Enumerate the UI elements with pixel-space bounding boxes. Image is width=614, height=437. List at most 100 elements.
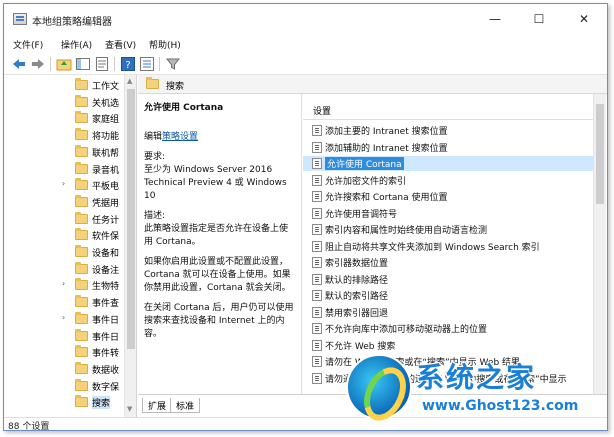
tree-item-label: 家庭组 xyxy=(92,115,120,126)
setting-row[interactable]: 默认的索引路径 xyxy=(303,288,593,303)
watermark-logo-icon xyxy=(346,354,412,420)
folder-icon xyxy=(75,245,88,257)
tree-item[interactable]: 数据收 xyxy=(4,361,124,377)
tree-item[interactable]: 事件查 xyxy=(4,295,124,310)
folder-icon xyxy=(75,194,88,207)
tree-item-label: 录音机 xyxy=(92,165,120,176)
setting-row[interactable]: 阻止自动将共享文件夹添加到 Windows Search 索引 xyxy=(303,239,593,254)
scroll-down-arrow-icon[interactable]: ▼ xyxy=(127,405,132,413)
setting-row-label: 禁用索引器回退 xyxy=(325,308,389,319)
toolbar-separator xyxy=(114,57,115,71)
tree-item[interactable]: › 平板电 xyxy=(4,178,124,193)
minimize-button[interactable]: — xyxy=(473,4,517,34)
tree-item-label: 生物特 xyxy=(92,282,120,293)
tree-item[interactable]: 数字保 xyxy=(4,378,124,394)
tree-item[interactable]: 关机选 xyxy=(4,94,124,110)
setting-row[interactable]: 不允许向库中添加可移动驱动器上的位置 xyxy=(303,321,593,336)
tree-item[interactable]: 录音机 xyxy=(4,161,124,177)
tab-standard[interactable]: 标准 xyxy=(170,398,201,413)
menu-view[interactable]: 查看(V) xyxy=(105,38,136,51)
tree-item[interactable]: 联机帮 xyxy=(4,144,124,160)
watermark-title: 系统之家 xyxy=(416,361,537,394)
policy-setting-icon xyxy=(312,257,322,268)
folder-icon xyxy=(75,261,88,274)
setting-row[interactable]: 添加辅助的 Intranet 搜索位置 xyxy=(303,140,593,155)
folder-icon xyxy=(75,328,88,341)
pane-header-title: 搜索 xyxy=(166,82,185,92)
edit-policy-link[interactable]: 策略设置 xyxy=(162,132,198,142)
setting-row[interactable]: 索引器数据位置 xyxy=(303,255,593,270)
tree-item[interactable]: 设备和 xyxy=(4,245,124,260)
show-hide-tree-icon[interactable] xyxy=(75,56,91,72)
tree-item-label: 事件查 xyxy=(92,299,120,310)
setting-row-label: 默认的排除路径 xyxy=(325,275,389,286)
properties-icon[interactable] xyxy=(139,56,155,72)
expand-chevron-icon[interactable]: › xyxy=(62,279,65,288)
up-folder-icon[interactable] xyxy=(56,56,72,72)
watermark-url: www.Ghost123.com xyxy=(422,398,579,414)
tree-item[interactable]: 凭据用 xyxy=(4,194,124,210)
maximize-button[interactable]: ☐ xyxy=(517,4,561,34)
tree-item[interactable]: 事件转 xyxy=(4,345,124,360)
navigation-tree: 工作文 关机选家庭组将功能 联机帮录音机 › 平板电 凭据用 任务计软件保设备和设备注 › 生物… xyxy=(4,75,137,417)
scroll-up-arrow-icon[interactable]: ▲ xyxy=(127,77,132,85)
setting-row[interactable]: 默认的排除路径 xyxy=(303,272,593,287)
setting-row[interactable]: 不允许 Web 搜索 xyxy=(303,338,593,353)
tree-item[interactable]: 事件日 xyxy=(4,328,124,344)
edit-prefix: 编辑 xyxy=(144,132,163,142)
setting-row-label: 阻止自动将共享文件夹添加到 Windows Search 索引 xyxy=(325,242,540,253)
expand-chevron-icon[interactable]: › xyxy=(62,313,65,322)
setting-row-label: 添加辅助的 Intranet 搜索位置 xyxy=(325,143,448,154)
settings-column-label: 设置 xyxy=(313,107,332,117)
requirements-text: 至少为 Windows Server 2016 Technical Previe… xyxy=(144,165,287,201)
policy-setting-icon xyxy=(312,323,322,334)
help-icon[interactable]: ? xyxy=(120,56,136,72)
folder-icon xyxy=(75,228,88,241)
policy-setting-icon xyxy=(312,141,322,153)
forward-arrow-icon[interactable] xyxy=(30,56,46,72)
tree-item[interactable]: 将功能 xyxy=(4,128,124,143)
description-body-3: 在关闭 Cortana 后，用户仍可以使用搜索来查找设备和 Internet 上… xyxy=(144,303,294,339)
tree-item[interactable]: 工作文 xyxy=(4,78,124,93)
setting-row[interactable]: 允许使用 Cortana xyxy=(303,156,593,171)
back-arrow-icon[interactable] xyxy=(11,56,27,72)
tree-item-label: 软件保 xyxy=(92,232,120,243)
menu-help[interactable]: 帮助(H) xyxy=(149,38,181,51)
settings-scroll-thumb[interactable] xyxy=(596,104,604,204)
setting-row[interactable]: 添加主要的 Intranet 搜索位置 xyxy=(303,123,593,138)
tree-item[interactable]: 搜索 xyxy=(4,395,124,410)
setting-row-label: 索引器数据位置 xyxy=(325,259,389,269)
setting-row[interactable]: 允许搜索和 Cortana 使用位置 xyxy=(303,189,593,204)
setting-row[interactable]: 索引内容和属性时始终使用自动语言检测 xyxy=(303,222,593,237)
tree-item[interactable]: 家庭组 xyxy=(4,111,124,126)
setting-row-label: 不允许 Web 搜索 xyxy=(325,341,396,352)
export-list-icon[interactable] xyxy=(94,56,110,72)
description-body-1: 此策略设置指定是否允许在设备上使用 Cortana。 xyxy=(144,224,289,247)
tree-scroll-thumb[interactable] xyxy=(127,89,135,349)
folder-icon xyxy=(75,144,88,157)
tree-item[interactable]: 任务计 xyxy=(4,211,124,227)
tree-item[interactable]: 软件保 xyxy=(4,228,124,243)
svg-text:?: ? xyxy=(125,60,130,71)
filter-icon[interactable] xyxy=(165,56,181,72)
menu-file[interactable]: 文件(F) xyxy=(13,38,43,51)
settings-column-header[interactable]: 设置 xyxy=(303,94,593,120)
settings-scrollbar[interactable] xyxy=(593,94,606,394)
close-button[interactable]: ✕ xyxy=(562,4,606,34)
tree-item-label: 将功能 xyxy=(92,132,120,143)
edit-policy-line: 编辑策略设置 xyxy=(144,131,295,144)
setting-row[interactable]: 允许使用音调符号 xyxy=(303,206,593,221)
expand-chevron-icon[interactable]: › xyxy=(62,179,65,188)
tree-scrollbar[interactable]: ▲ ▼ xyxy=(124,75,136,417)
tree-item-label: 设备和 xyxy=(92,249,120,259)
tree-item[interactable]: › 生物特 xyxy=(4,278,124,293)
menu-action[interactable]: 操作(A) xyxy=(61,38,92,51)
setting-row-label: 允许使用音调符号 xyxy=(325,209,398,220)
tab-extended[interactable]: 扩展 xyxy=(142,398,173,413)
title-bar[interactable]: 本地组策略编辑器 — ☐ ✕ xyxy=(4,4,607,34)
setting-row[interactable]: 禁用索引器回退 xyxy=(303,305,593,320)
tree-item-label: 事件日 xyxy=(92,315,120,326)
tree-item[interactable]: › 事件日 xyxy=(4,311,124,327)
setting-row[interactable]: 允许加密文件的索引 xyxy=(303,173,593,188)
tree-item[interactable]: 设备注 xyxy=(4,261,124,277)
